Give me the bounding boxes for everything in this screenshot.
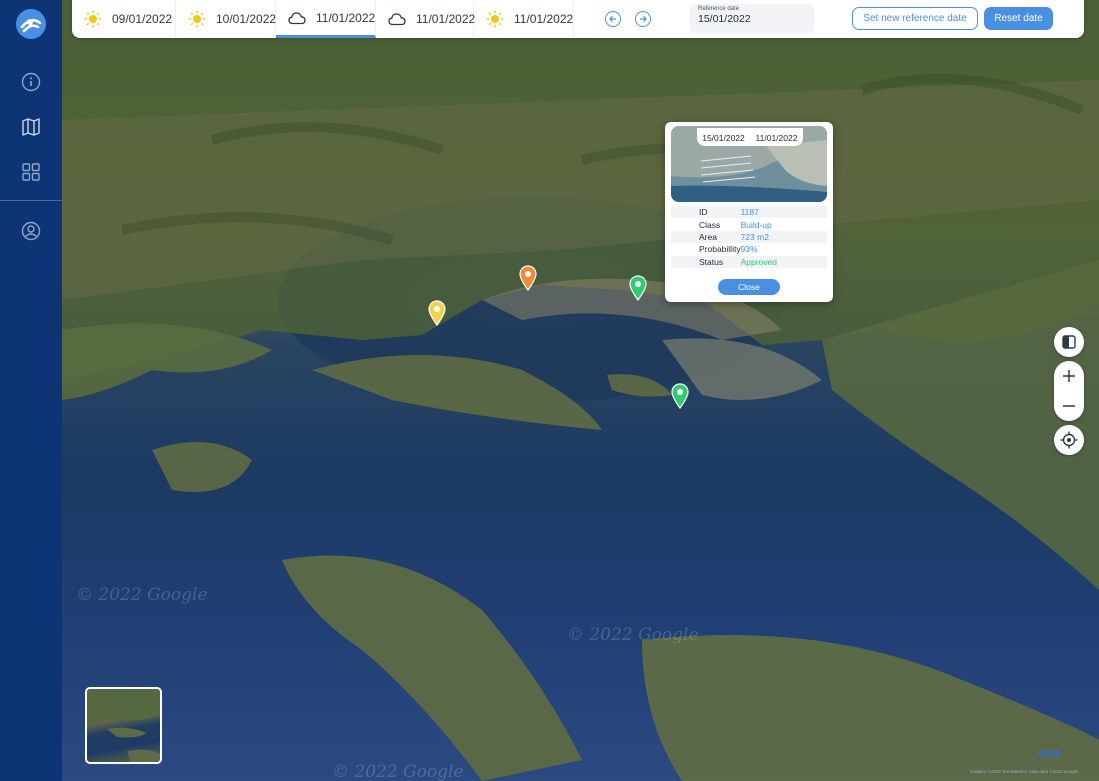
detection-popup: 15/01/2022 11/01/2022 ID 1187 Class Build-… [665, 122, 833, 302]
map-marker-yellow[interactable] [428, 300, 446, 327]
date-label: 11/01/2022 [514, 12, 574, 26]
date-label: 11/01/2022 [316, 10, 376, 25]
detail-value: Build-up [740, 219, 772, 230]
info-icon [21, 72, 41, 92]
map-watermark: © 2022 Google [332, 762, 464, 781]
esa-logo: esa [1038, 745, 1062, 760]
table-row: Area 723 m2 [671, 230, 827, 244]
detail-key: Class [699, 219, 721, 230]
popup-close-button[interactable]: Close [718, 279, 780, 295]
date-tab-active[interactable]: 11/01/2022 [276, 0, 376, 38]
map-marker-orange[interactable] [519, 265, 537, 292]
minus-icon [1063, 405, 1075, 407]
reference-date-label: Reference date [698, 6, 740, 12]
date-tab[interactable]: 10/01/2022 [176, 0, 276, 38]
sun-icon [188, 10, 206, 28]
terrain-layer [62, 0, 1099, 781]
table-row: Class Build-up [671, 218, 827, 230]
date-label: 10/01/2022 [216, 12, 277, 26]
reset-date-button[interactable]: Reset date [984, 7, 1053, 30]
reference-date-field[interactable]: Reference date 15/01/2022 [690, 4, 814, 33]
map-pin-icon [629, 275, 647, 302]
crosshair-icon [1060, 431, 1078, 449]
comparison-date-reference: 15/01/2022 [702, 133, 745, 143]
map-marker-green[interactable] [671, 383, 689, 410]
date-tab[interactable]: 09/01/2022 [72, 0, 176, 38]
map-icon [22, 118, 40, 136]
table-row: Status Approved [671, 255, 827, 268]
arrow-left-icon [609, 15, 616, 23]
arrow-right-icon [640, 15, 647, 23]
sidebar-divider [0, 200, 62, 201]
cloud-icon [388, 13, 406, 26]
sidebar-item-info[interactable] [19, 70, 43, 94]
sun-icon [486, 10, 504, 28]
map-attribution[interactable]: Imagery ©2022 TerraMetrics, Map data ©20… [970, 769, 1078, 774]
locate-button[interactable] [1054, 425, 1084, 455]
map-marker-green[interactable] [629, 275, 647, 302]
zoom-in-button[interactable] [1054, 361, 1084, 391]
detail-key: Area [671, 230, 741, 244]
sidebar-item-map[interactable] [19, 115, 43, 139]
sidebar-item-dashboard[interactable] [19, 160, 43, 184]
zoom-out-button[interactable] [1054, 391, 1084, 421]
grid-icon [22, 163, 40, 181]
detail-value: 93% [740, 244, 758, 255]
detection-thumbnail: 15/01/2022 11/01/2022 [671, 126, 827, 202]
map-pin-icon [428, 300, 446, 327]
next-date-button[interactable] [635, 11, 651, 27]
zoom-controls [1054, 361, 1084, 421]
map-watermark: © 2022 Google [567, 625, 699, 645]
compare-view-button[interactable] [1054, 327, 1084, 357]
comparison-dates: 15/01/2022 11/01/2022 [697, 128, 803, 146]
plus-icon [1063, 370, 1075, 382]
detection-details-table: ID 1187 Class Build-up Area 723 m2 Probabil… [671, 206, 827, 268]
sidebar [0, 0, 62, 781]
cloud-icon [288, 11, 306, 24]
split-view-icon [1062, 335, 1076, 349]
detail-value: 723 m2 [740, 230, 827, 244]
status-badge: Approved [740, 255, 827, 268]
previous-date-button[interactable] [605, 11, 621, 27]
detail-key: Probabillity [699, 244, 741, 255]
comparison-date-current: 11/01/2022 [755, 133, 798, 143]
detail-key: Status [671, 255, 741, 268]
user-icon [21, 221, 41, 241]
table-row: Probabillity 93% [671, 243, 827, 255]
reference-date-value: 15/01/2022 [698, 13, 751, 25]
app-logo-icon[interactable] [15, 8, 47, 40]
map-pin-icon [671, 383, 689, 410]
set-reference-date-button[interactable]: Set new reference date [852, 7, 978, 30]
sidebar-item-profile[interactable] [19, 219, 43, 243]
map-watermark: © 2022 Google [76, 585, 208, 605]
date-label: 11/01/2022 [416, 12, 476, 26]
detail-key: ID [671, 206, 741, 219]
date-tab[interactable]: 11/01/2022 [376, 0, 476, 38]
date-label: 09/01/2022 [112, 12, 173, 26]
date-toolbar: 09/01/2022 10/01/2022 11/01/2022 11/01/2… [72, 0, 1084, 38]
satellite-map[interactable]: © 2022 Google © 2022 Google © 2022 Googl… [62, 0, 1099, 781]
table-row: ID 1187 [671, 206, 827, 219]
detail-value: 1187 [740, 206, 827, 219]
minimap[interactable] [85, 687, 162, 764]
map-pin-icon [519, 265, 537, 292]
date-tab[interactable]: 11/01/2022 [474, 0, 574, 38]
sun-icon [84, 10, 102, 28]
